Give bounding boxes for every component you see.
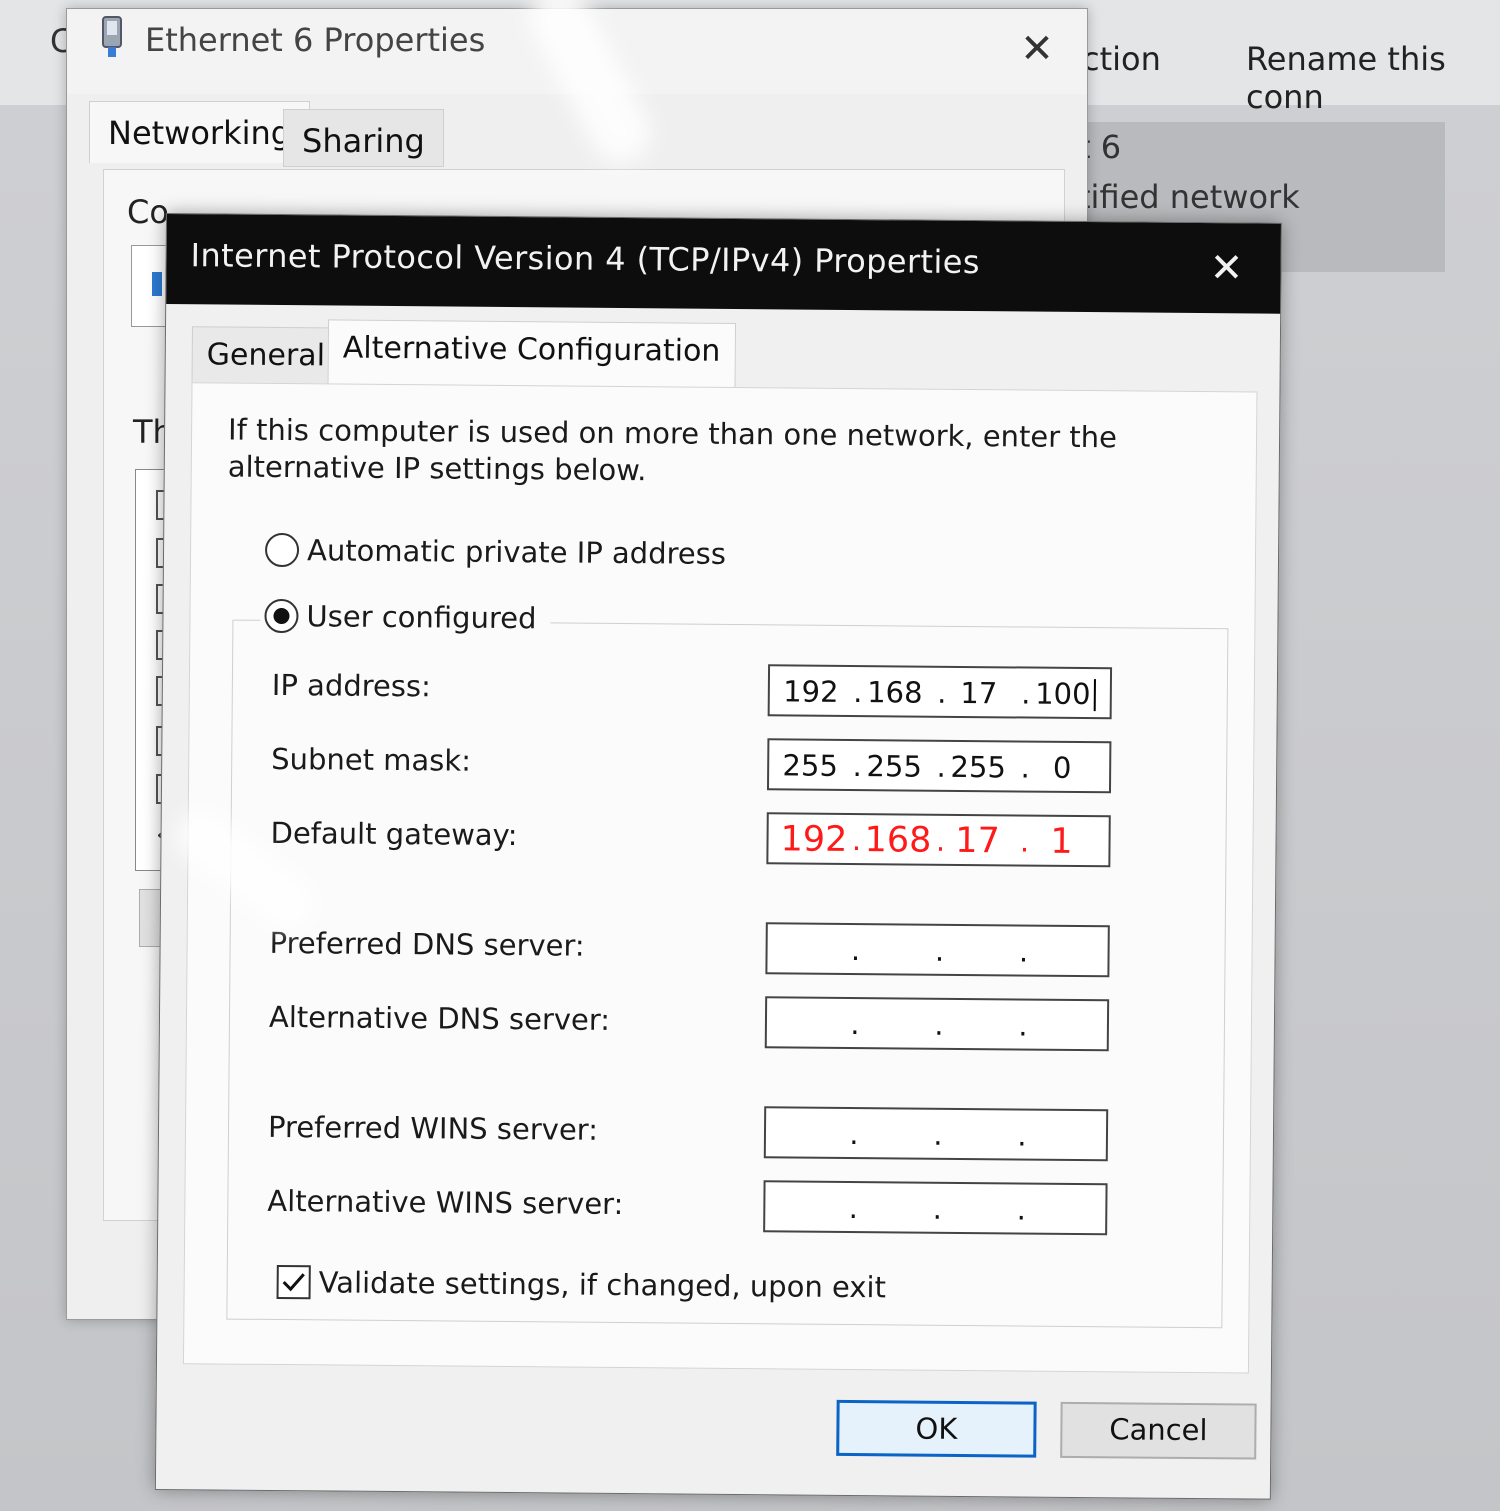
ip-address-label: IP address: (271, 667, 431, 704)
subnet-mask-octet-1[interactable]: 255 (781, 746, 839, 785)
ip-address-octet-2[interactable]: 168 (866, 673, 924, 712)
preferred-dns-octet-3[interactable] (948, 932, 1006, 933)
default-gateway-octet-1[interactable]: 192 (780, 819, 847, 860)
default-gateway-octet-4[interactable]: 1 (1032, 822, 1090, 862)
default-gateway-input[interactable]: 192 . 168 . 17 . 1 (766, 812, 1111, 868)
octet-separator: . (934, 933, 945, 968)
alternative-wins-octet-1[interactable] (778, 1188, 836, 1189)
ip-address-octet-3[interactable]: 17 (950, 674, 1008, 713)
alternative-dns-octet-4[interactable] (1031, 1007, 1089, 1008)
alternative-config-description: If this computer is used on more than on… (227, 412, 1118, 488)
preferred-wins-octet-3[interactable] (946, 1116, 1004, 1117)
preferred-wins-input[interactable]: . . . (763, 1106, 1109, 1162)
alternative-wins-label: Alternative WINS server: (267, 1183, 624, 1222)
alternative-dns-label: Alternative DNS server: (268, 999, 611, 1037)
explorer-command-fragment[interactable]: ction (1082, 40, 1161, 78)
ipv4-dialog-title: Internet Protocol Version 4 (TCP/IPv4) P… (190, 236, 981, 282)
tab-sharing[interactable]: Sharing (283, 109, 444, 167)
automatic-private-ip-option[interactable]: Automatic private IP address (264, 530, 727, 574)
alternative-dns-octet-3[interactable] (947, 1006, 1005, 1007)
ipv4-properties-dialog: Internet Protocol Version 4 (TCP/IPv4) P… (154, 213, 1282, 1500)
ok-button[interactable]: OK (836, 1399, 1037, 1458)
user-configured-label: User configured (306, 599, 537, 636)
ip-address-input[interactable]: 192 . 168 . 17 . 100 (767, 664, 1113, 720)
validate-settings-option[interactable]: Validate settings, if changed, upon exit (276, 1262, 887, 1307)
preferred-dns-octet-1[interactable] (780, 930, 838, 931)
validate-settings-checkbox[interactable] (276, 1265, 311, 1300)
adapter-status-fragment: tified network (1078, 178, 1300, 216)
cancel-button[interactable]: Cancel (1060, 1401, 1257, 1460)
subnet-mask-octet-3[interactable]: 255 (949, 748, 1007, 787)
subnet-mask-label: Subnet mask: (271, 741, 472, 778)
rename-connection-command[interactable]: Rename this conn (1246, 40, 1500, 116)
ethernet-window-title: Ethernet 6 Properties (145, 21, 486, 59)
ip-address-octet-1[interactable]: 192 (782, 672, 840, 711)
octet-separator: . (1018, 1008, 1028, 1043)
alternative-wins-octet-4[interactable] (1030, 1191, 1088, 1192)
ipv4-close-icon[interactable]: ✕ (1206, 245, 1246, 291)
tab-networking[interactable]: Networking (89, 101, 311, 163)
ethernet-close-icon[interactable]: ✕ (1017, 29, 1057, 69)
alternative-wins-input[interactable]: . . . (763, 1180, 1108, 1236)
user-configured-radio[interactable] (264, 598, 299, 634)
connect-using-label-fragment: Co (127, 193, 169, 231)
tab-alternative-configuration[interactable]: Alternative Configuration (327, 319, 736, 389)
octet-separator: . (849, 1116, 859, 1152)
alternative-dns-octet-1[interactable] (779, 1004, 837, 1005)
preferred-dns-octet-2[interactable] (864, 931, 922, 932)
network-adapter-icon (102, 16, 122, 57)
validate-settings-label: Validate settings, if changed, upon exit (318, 1265, 887, 1305)
subnet-mask-octet-4[interactable]: 0 (1033, 749, 1091, 788)
screen: C ction Rename this conn t 6 tified netw… (0, 0, 1500, 1511)
octet-separator: . (933, 1117, 943, 1152)
ip-address-octet-4[interactable]: 100 (1034, 675, 1092, 714)
tab-general[interactable]: General (191, 326, 341, 384)
preferred-wins-octet-2[interactable] (862, 1115, 920, 1116)
alternative-wins-octet-3[interactable] (946, 1190, 1004, 1191)
default-gateway-label: Default gateway: (270, 815, 518, 853)
automatic-private-ip-radio[interactable] (264, 532, 300, 568)
octet-separator: . (934, 1007, 944, 1042)
alternative-configuration-panel: If this computer is used on more than on… (182, 382, 1258, 1374)
default-gateway-octet-2[interactable]: 168 (864, 820, 931, 861)
octet-separator: . (932, 1191, 943, 1226)
preferred-dns-label: Preferred DNS server: (269, 925, 585, 963)
user-configured-option[interactable]: User configured (264, 596, 537, 638)
subnet-mask-input[interactable]: 255 . 255 . 255 . 0 (766, 738, 1112, 794)
preferred-wins-octet-4[interactable] (1030, 1117, 1088, 1118)
preferred-dns-input[interactable]: . . . (765, 922, 1110, 978)
checkmark-icon (282, 1273, 305, 1292)
text-cursor (1093, 679, 1096, 712)
octet-separator: . (1018, 934, 1029, 969)
octet-separator: . (848, 1190, 859, 1226)
octet-separator: . (1017, 1118, 1027, 1153)
alternative-wins-octet-2[interactable] (862, 1189, 920, 1190)
adapter-small-icon (152, 272, 162, 296)
octet-separator: . (1016, 1192, 1027, 1227)
preferred-dns-octet-4[interactable] (1032, 933, 1090, 934)
default-gateway-octet-3[interactable]: 17 (948, 821, 1006, 861)
octet-separator: . (850, 933, 861, 968)
ipv4-titlebar: Internet Protocol Version 4 (TCP/IPv4) P… (166, 214, 1281, 314)
preferred-wins-label: Preferred WINS server: (267, 1109, 599, 1147)
alternative-dns-octet-2[interactable] (863, 1005, 921, 1006)
subnet-mask-octet-2[interactable]: 255 (865, 747, 923, 786)
automatic-private-ip-label: Automatic private IP address (306, 533, 727, 571)
octet-separator: . (850, 1007, 860, 1042)
preferred-wins-octet-1[interactable] (778, 1114, 836, 1115)
alternative-dns-input[interactable]: . . . (764, 996, 1110, 1052)
